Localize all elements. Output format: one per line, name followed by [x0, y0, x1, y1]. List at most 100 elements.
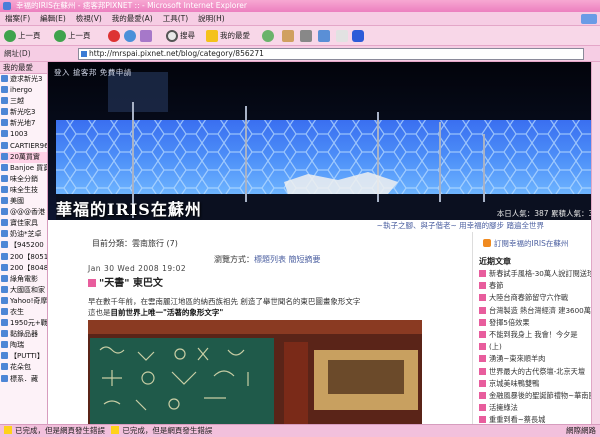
favorite-item[interactable]: 200【8048: [0, 263, 47, 274]
recent-post-link[interactable]: 活擁綠法: [479, 402, 599, 414]
favorite-item[interactable]: 陶瑞: [0, 340, 47, 351]
favorite-item[interactable]: Yahoo!奇摩: [0, 296, 47, 307]
favorite-page-icon: [1, 307, 8, 315]
favorite-page-icon: [1, 86, 8, 94]
favorite-item[interactable]: @@@香港: [0, 207, 47, 218]
favorite-page-icon: [1, 97, 8, 105]
mail-button[interactable]: [282, 29, 296, 43]
recent-post-link[interactable]: 重重到看~蔡長城: [479, 414, 599, 424]
back-button[interactable]: 上一頁: [4, 29, 41, 43]
favorite-item[interactable]: 綠角電影: [0, 274, 47, 285]
menu-tools[interactable]: 工具(T): [158, 12, 193, 26]
edit-button[interactable]: [318, 29, 332, 43]
recent-post-link[interactable]: 世界最大的古代祭壇-北京天壇: [479, 366, 599, 378]
home-button[interactable]: [140, 29, 154, 43]
favorite-item[interactable]: 1003: [0, 129, 47, 140]
view-mode-label: 瀏覽方式：: [214, 255, 254, 264]
favorite-item[interactable]: 三越: [0, 96, 47, 107]
url-text: http://mrspai.pixnet.net/blog/category/8…: [89, 49, 264, 58]
favorite-item[interactable]: 200【8051: [0, 252, 47, 263]
menu-help[interactable]: 說明(H): [193, 12, 230, 26]
blog-title[interactable]: 華福的IRIS在蘇州: [56, 196, 202, 220]
recent-post-link[interactable]: 台灣製造 熱台灣經濟 建3600萬: [479, 305, 599, 317]
search-button[interactable]: 搜尋: [166, 29, 195, 43]
print-button[interactable]: [300, 29, 314, 43]
favorites-sidebar-title: 我的最愛: [0, 62, 47, 74]
favorite-item[interactable]: 奶油*芝卓: [0, 229, 47, 240]
favorite-page-icon: [1, 230, 8, 238]
post-title-icon: [88, 279, 96, 287]
favorite-item[interactable]: 味全分銷: [0, 174, 47, 185]
url-input[interactable]: http://mrspai.pixnet.net/blog/category/8…: [78, 48, 584, 60]
favorite-item[interactable]: 大國區和家: [0, 285, 47, 296]
refresh-icon: [124, 30, 136, 42]
post-paragraph-2: 這也是目前世界上唯一"活著的象形文字": [88, 308, 224, 317]
favorite-item[interactable]: 衣生: [0, 307, 47, 318]
favorite-item[interactable]: 寶佳家具: [0, 218, 47, 229]
favorite-item[interactable]: 味全生技: [0, 185, 47, 196]
forward-button[interactable]: 上一頁: [54, 29, 91, 43]
post-paragraph-1: 早在數千年前，在雲南麗江地區的納西族祖先 創造了舉世聞名的東巴圖畫象形文字: [88, 297, 361, 306]
summary-link[interactable]: 簡短摘要: [289, 255, 321, 264]
favorite-item[interactable]: 新光地7: [0, 118, 47, 129]
bullet-icon: [479, 416, 486, 424]
page-icon: [81, 51, 87, 57]
history-icon: [262, 30, 274, 42]
post-body: 早在數千年前，在雲南麗江地區的納西族祖先 創造了舉世聞名的東巴圖畫象形文字 這也…: [88, 296, 438, 318]
favorite-page-icon: [1, 330, 8, 338]
recent-post-link[interactable]: 金融風暴後的聖誕節禮物~華南國: [479, 390, 599, 402]
favorite-item[interactable]: CARTIER96: [0, 141, 47, 152]
discuss-button[interactable]: [336, 29, 350, 43]
favorite-item[interactable]: Banjoe 買寶: [0, 163, 47, 174]
favorite-page-icon: [1, 75, 8, 82]
favorite-item[interactable]: 新光吃3: [0, 107, 47, 118]
blog-subtitle: ~執子之腳、與子偕老~ 用幸福的腳步 踏遍全世界: [48, 220, 600, 232]
favorites-button[interactable]: 我的最愛: [206, 29, 250, 43]
subscribe-link[interactable]: 訂閱幸福的IRIS在蘇州: [483, 238, 568, 249]
favorite-item[interactable]: 【PUTTI】: [0, 351, 47, 362]
view-mode: 瀏覽方式：標題列表 簡短摘要: [214, 254, 321, 265]
window-titlebar: 幸福的IRIS在蘇州 - 痞客邦PIXNET :: - Microsoft In…: [0, 0, 600, 12]
refresh-button[interactable]: [124, 29, 138, 43]
favorite-page-icon: [1, 341, 8, 349]
favorite-item[interactable]: 花朵包: [0, 362, 47, 373]
dongba-board-photo: [88, 320, 422, 424]
bullet-icon: [479, 355, 486, 363]
recent-post-link[interactable]: 大陸台商春節留守六作戰: [479, 292, 599, 304]
menu-file[interactable]: 檔案(F): [0, 12, 35, 26]
favorite-item[interactable]: ihergo: [0, 85, 47, 96]
bullet-icon: [479, 270, 486, 277]
recent-post-link[interactable]: 湧湧~東來順羊肉: [479, 353, 599, 365]
post-image: [88, 320, 422, 424]
recent-post-link[interactable]: 不能到我身上 我會！今夕是: [479, 329, 599, 341]
menu-edit[interactable]: 編輯(E): [35, 12, 71, 26]
favorite-item[interactable]: 1950元+戰: [0, 318, 47, 329]
recent-post-link[interactable]: 春節: [479, 280, 599, 292]
menu-favorites[interactable]: 我的最愛(A): [107, 12, 158, 26]
favorite-item[interactable]: 遊求新光3: [0, 74, 47, 85]
favorite-item[interactable]: 標系．藏: [0, 374, 47, 385]
warning-icon: [111, 426, 120, 434]
window-title: 幸福的IRIS在蘇州 - 痞客邦PIXNET :: - Microsoft In…: [16, 1, 247, 10]
favorite-item[interactable]: 【945200: [0, 240, 47, 251]
title-list-link[interactable]: 標題列表: [254, 255, 286, 264]
post-title[interactable]: "天書" 東巴文: [88, 274, 163, 289]
recent-post-link[interactable]: (上): [479, 341, 599, 353]
stop-button[interactable]: [108, 29, 122, 43]
recent-post-link[interactable]: 新春試手風格-30萬人說訂閱送珍: [479, 268, 599, 280]
history-button[interactable]: [262, 29, 276, 43]
banner-login-bar[interactable]: 登入 搶客邦 免費申請: [48, 66, 600, 80]
menu-view[interactable]: 檢視(V): [71, 12, 107, 26]
recent-post-link[interactable]: 京城美味鴨雙鴨: [479, 378, 599, 390]
favorite-page-icon: [1, 197, 8, 205]
stop-icon: [108, 30, 120, 42]
favorite-item[interactable]: 黏錄品器: [0, 329, 47, 340]
favorite-page-icon: [1, 119, 8, 127]
bluetooth-icon: [352, 30, 364, 42]
recent-post-link[interactable]: 發揮5倍效果: [479, 317, 599, 329]
bullet-icon: [479, 343, 486, 351]
favorite-item[interactable]: 20萬買實: [0, 151, 47, 163]
bluetooth-button[interactable]: [352, 29, 366, 43]
favorite-item[interactable]: 美國: [0, 196, 47, 207]
vertical-scrollbar[interactable]: [591, 62, 600, 424]
